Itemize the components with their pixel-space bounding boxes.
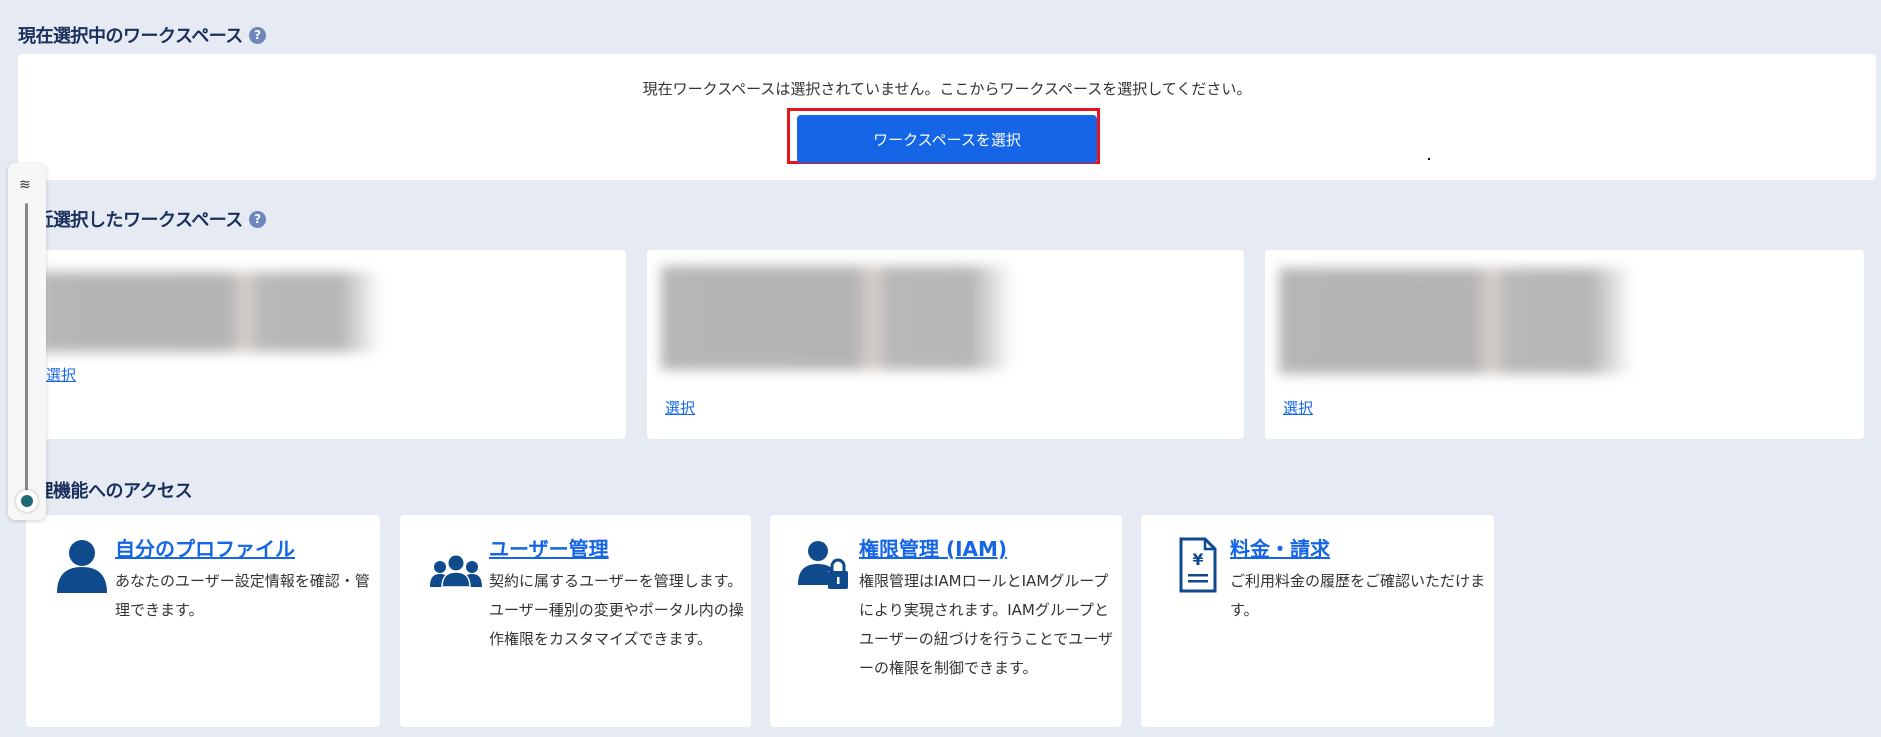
blurred-workspace-image: [661, 266, 1013, 370]
feature-description: 契約に属するユーザーを管理します。ユーザー種別の変更やポータル内の操作権限をカス…: [489, 572, 744, 648]
recent-workspace-card: 選択: [1265, 250, 1864, 439]
user-lock-icon: [798, 541, 848, 589]
select-workspace-button[interactable]: ワークスペースを選択: [797, 115, 1097, 163]
question-circle-icon[interactable]: ?: [248, 210, 266, 228]
blurred-workspace-image: [1279, 268, 1633, 374]
user-management-link[interactable]: ユーザー管理: [489, 533, 609, 562]
iam-link[interactable]: 権限管理 (IAM): [859, 533, 1007, 562]
question-circle-icon[interactable]: ?: [248, 26, 266, 44]
feature-card-iam: 権限管理 (IAM) 権限管理はIAMロールとIAMグループにより実現されます。…: [770, 515, 1122, 727]
heading-text: 最近選択したワークスペース: [18, 210, 243, 231]
recent-workspaces-heading: 最近選択したワークスペース ?: [18, 206, 266, 232]
feature-card-users: ユーザー管理 契約に属するユーザーを管理します。ユーザー種別の変更やポータル内の…: [400, 515, 751, 727]
no-workspace-message: 現在ワークスペースは選択されていません。ここからワークスペースを選択してください…: [642, 80, 1252, 98]
select-link[interactable]: 選択: [46, 364, 76, 385]
zoom-slider[interactable]: ≋: [8, 163, 46, 520]
feature-description: あなたのユーザー設定情報を確認・管理できます。: [115, 572, 370, 619]
user-icon: [57, 540, 107, 593]
current-workspace-heading: 現在選択中のワークスペース ?: [18, 22, 266, 48]
select-link[interactable]: 選択: [1283, 397, 1313, 418]
feature-description: 権限管理はIAMロールとIAMグループにより実現されます。IAMグループとユーザ…: [859, 572, 1113, 677]
yen-invoice-icon: ¥: [1179, 537, 1217, 593]
feature-card-profile: 自分のプロファイル あなたのユーザー設定情報を確認・管理できます。: [26, 515, 380, 727]
users-group-icon: [430, 555, 482, 588]
svg-text:¥: ¥: [1192, 550, 1203, 569]
select-link[interactable]: 選択: [665, 397, 695, 418]
slider-track[interactable]: [25, 203, 28, 508]
feature-card-billing: ¥ 料金・請求 ご利用料金の履歴をご確認いただけます。: [1141, 515, 1494, 727]
stray-dot: [1428, 158, 1430, 160]
profile-link[interactable]: 自分のプロファイル: [115, 533, 295, 562]
billing-link[interactable]: 料金・請求: [1230, 533, 1330, 562]
feature-description: ご利用料金の履歴をご確認いただけます。: [1230, 572, 1486, 619]
blurred-workspace-image: [41, 272, 381, 352]
current-workspace-card: 現在ワークスペースは選択されていません。ここからワークスペースを選択してください…: [18, 54, 1876, 180]
recent-workspace-card: 選択: [27, 250, 626, 439]
heading-text: 現在選択中のワークスペース: [18, 26, 243, 47]
waves-icon: ≋: [19, 177, 31, 193]
slider-handle[interactable]: [16, 490, 38, 512]
recent-workspace-card: 選択: [647, 250, 1244, 439]
